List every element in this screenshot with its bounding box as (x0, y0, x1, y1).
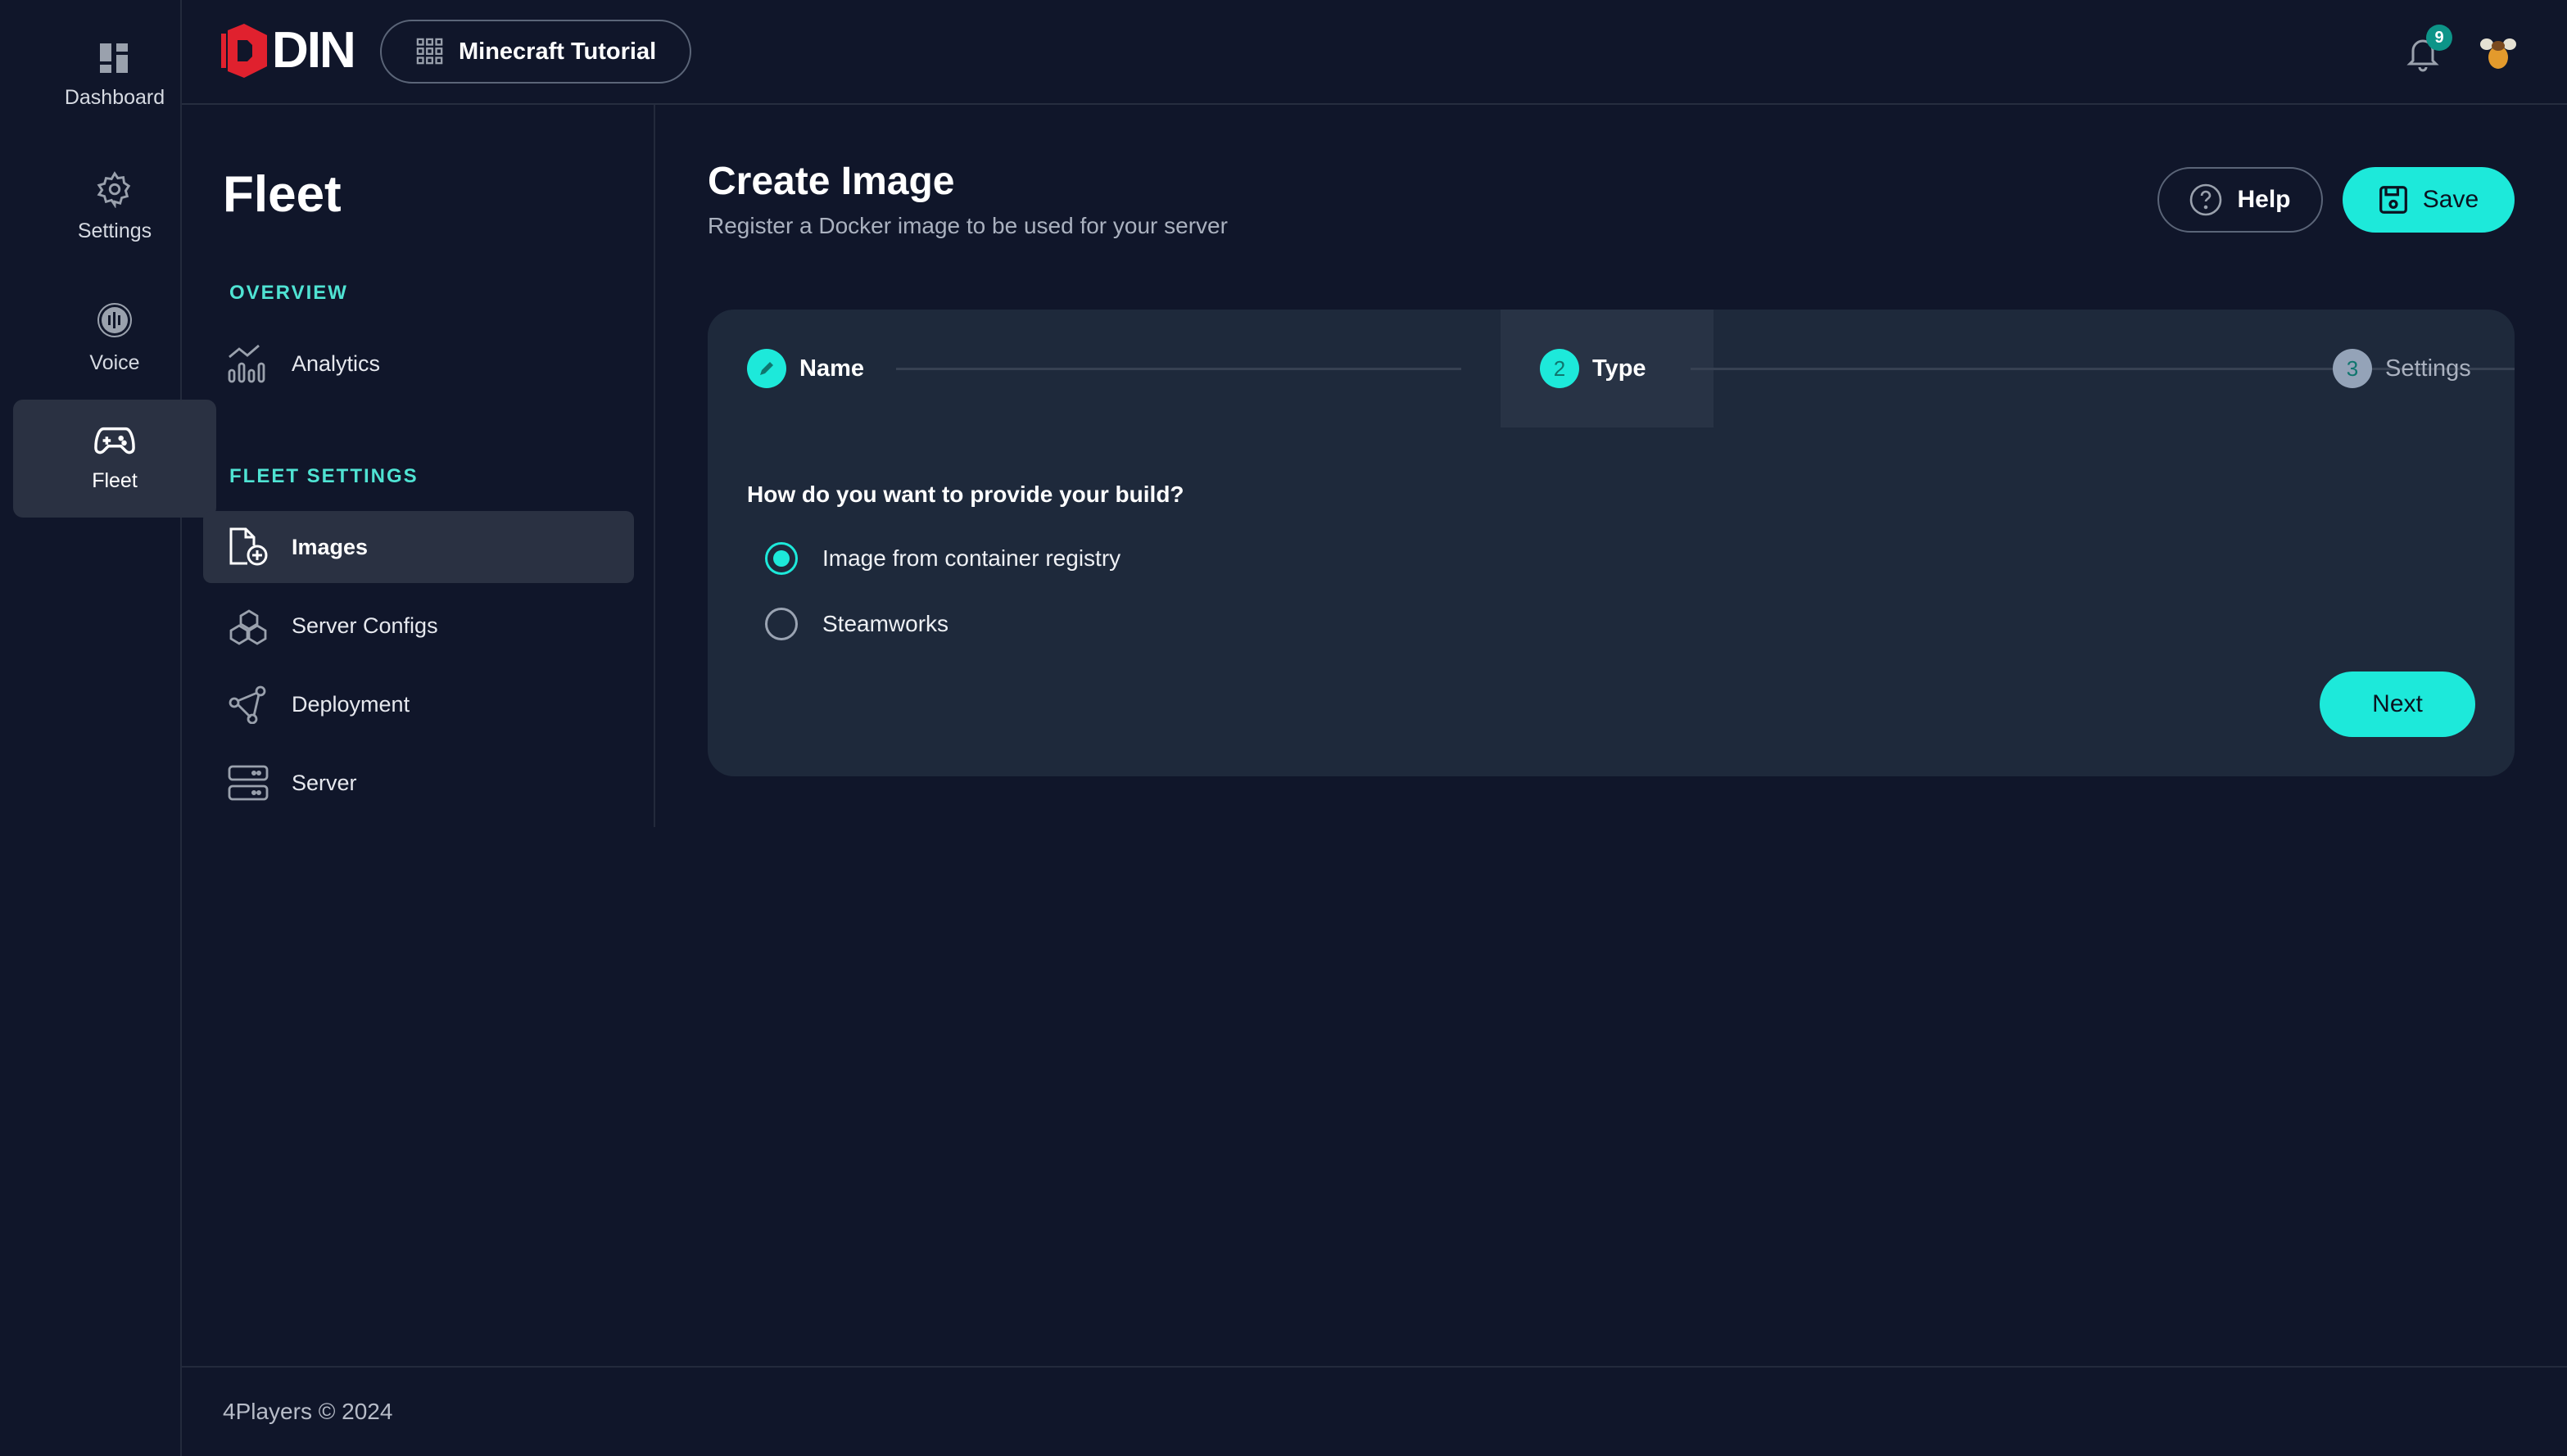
next-button[interactable]: Next (2320, 671, 2475, 737)
logo-mark-icon (221, 23, 267, 78)
notifications-button[interactable]: 9 (2402, 25, 2452, 72)
section-fleet-settings: FLEET SETTINGS (229, 465, 419, 487)
step-label: Name (799, 355, 864, 382)
option-label: Image from container registry (822, 545, 1121, 571)
gear-icon (97, 170, 131, 208)
floppy-disk-icon (2379, 186, 2407, 214)
voice-icon (97, 302, 132, 337)
step-number: 2 (1540, 349, 1579, 388)
step-connector (896, 368, 1461, 370)
sidebar-item-label: Analytics (292, 350, 381, 376)
icon-rail: Dashboard Settings Voice Fleet (0, 0, 216, 1456)
avatar-icon (2480, 38, 2516, 69)
help-button[interactable]: Help (2157, 167, 2323, 233)
rail-label: Fleet (92, 468, 138, 492)
grid-icon (416, 38, 443, 65)
help-label: Help (2237, 186, 2291, 213)
option-container-registry[interactable]: Image from container registry (765, 542, 1121, 575)
step-name[interactable]: Name (747, 349, 864, 388)
gamepad-icon (94, 427, 135, 454)
project-selector[interactable]: Minecraft Tutorial (380, 20, 691, 84)
save-button[interactable]: Save (2343, 167, 2515, 233)
rail-label: Voice (89, 350, 140, 374)
save-label: Save (2422, 186, 2479, 213)
rail-label: Settings (77, 219, 152, 242)
step-type[interactable]: 2 Type (1540, 349, 1646, 388)
sidebar-item-deployment[interactable]: Deployment (203, 668, 634, 740)
rail-label: Dashboard (64, 85, 165, 109)
sidebar-item-server-configs[interactable]: Server Configs (203, 590, 634, 662)
sidebar-item-label: Server Configs (292, 613, 438, 638)
create-image-card: Name 2 Type 3 Settings How do you want t… (708, 310, 2515, 776)
radio-selected[interactable] (765, 542, 798, 575)
option-label: Steamworks (822, 611, 949, 636)
sidebar-item-analytics[interactable]: Analytics (203, 328, 634, 400)
share-nodes-icon (229, 685, 266, 724)
option-steamworks[interactable]: Steamworks (765, 608, 948, 640)
footer: 4Players © 2024 (182, 1366, 2567, 1456)
project-name: Minecraft Tutorial (459, 38, 657, 65)
step-settings[interactable]: 3 Settings (2333, 349, 2471, 388)
copyright: 4Players © 2024 (223, 1399, 393, 1424)
fleet-sidebar: Fleet OVERVIEW Analytics FLEET SETTINGS … (182, 105, 655, 827)
dashboard-icon (100, 43, 128, 73)
file-add-icon (229, 527, 268, 566)
sidebar-item-label: Images (292, 534, 369, 559)
server-icon (228, 765, 269, 801)
top-bar: DIN Minecraft Tutorial 9 (182, 0, 2567, 105)
step-label: Type (1592, 355, 1646, 382)
sidebar-item-images[interactable]: Images (203, 511, 634, 583)
cubes-icon (229, 609, 267, 645)
sidebar-item-server[interactable]: Server (203, 747, 634, 819)
user-avatar[interactable] (2475, 29, 2519, 74)
radio-unselected[interactable] (765, 608, 798, 640)
pencil-icon (747, 349, 786, 388)
sidebar-item-label: Server (292, 770, 357, 795)
help-circle-icon (2190, 183, 2222, 216)
analytics-icon (228, 344, 265, 383)
page-title: Create Image (708, 160, 955, 203)
odin-logo[interactable]: DIN (221, 21, 356, 79)
page-subtitle: Register a Docker image to be used for y… (708, 213, 1228, 238)
build-question: How do you want to provide your build? (747, 482, 1184, 507)
notification-badge: 9 (2426, 25, 2452, 51)
step-label: Settings (2385, 355, 2471, 382)
sidebar-title: Fleet (223, 166, 342, 223)
section-overview: OVERVIEW (229, 282, 348, 304)
sidebar-item-label: Deployment (292, 691, 410, 717)
step-number: 3 (2333, 349, 2372, 388)
